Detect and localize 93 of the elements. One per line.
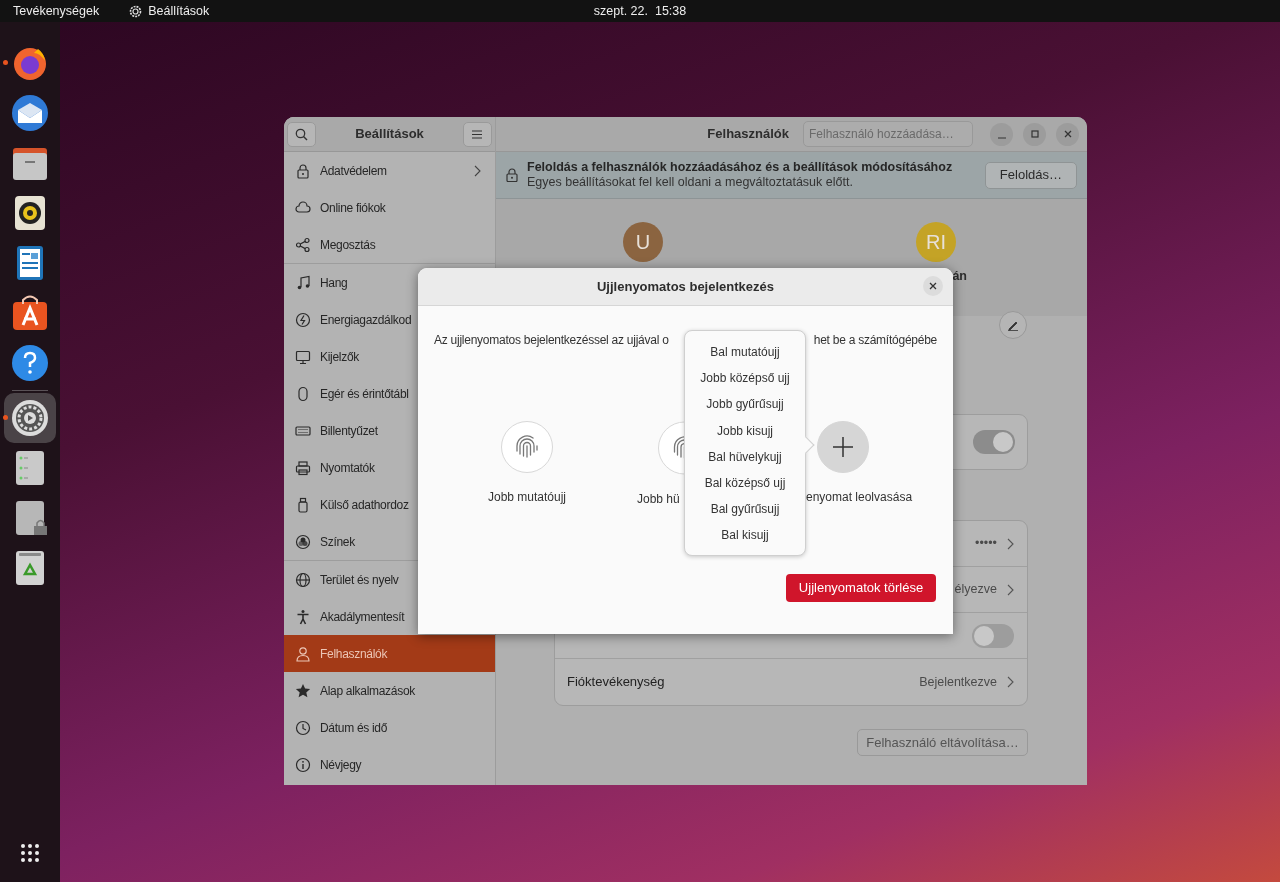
edit-avatar-button[interactable] [999, 311, 1027, 339]
sidebar-item[interactable]: Színek [284, 523, 495, 560]
sidebar-item[interactable]: Dátum és idő [284, 709, 495, 746]
star-icon [295, 682, 311, 699]
mouse-icon [295, 385, 311, 402]
globe-icon [295, 571, 311, 588]
toggle-switch[interactable] [973, 430, 1015, 454]
fingerprint-icon [513, 434, 541, 460]
sidebar-title: Beállítások [355, 125, 424, 144]
menu-item[interactable]: Jobb gyűrűsujj [685, 391, 805, 418]
row-value: Bejelentkezve [919, 673, 997, 691]
row-label: Fióktevékenység [567, 673, 665, 692]
plus-icon [833, 437, 853, 457]
close-icon [1062, 129, 1073, 139]
chevron-right-icon [474, 164, 481, 177]
chevron-right-icon [1007, 537, 1014, 550]
sidebar-item[interactable]: Nyomtatók [284, 449, 495, 486]
usb-drive-icon [295, 496, 311, 513]
running-indicator [3, 60, 8, 65]
search-button[interactable] [287, 121, 317, 147]
banner-subtitle: Egyes beállításokat fel kell oldani a megváltoztatásuk előtt. [527, 175, 854, 190]
pencil-icon [1007, 319, 1019, 331]
user-name: án [951, 268, 967, 285]
sidebar-item[interactable]: Akadálymentesít [284, 598, 495, 635]
printer-icon [295, 459, 311, 476]
sidebar-item[interactable]: Adatvédelem [284, 152, 495, 189]
menu-item[interactable]: Bal kisujj [685, 522, 805, 549]
close-button[interactable] [1056, 122, 1079, 146]
sidebar-item[interactable]: Egér és érintőtábl [284, 375, 495, 412]
toggle-switch[interactable] [972, 623, 1014, 648]
chevron-right-icon [1007, 676, 1014, 688]
user-avatar[interactable]: U [623, 222, 663, 262]
sidebar-item[interactable]: Online fiókok [284, 189, 495, 226]
menu-item[interactable]: Bal középső ujj [685, 469, 805, 497]
maximize-icon [1029, 129, 1040, 139]
power-icon [295, 311, 311, 328]
menu-item[interactable]: Bal gyűrűsujj [685, 496, 805, 523]
mail-client-icon[interactable] [10, 93, 50, 133]
description-text: Az ujjlenyomatos bejelentkezéssel az ujjával o [434, 332, 669, 349]
activities-button[interactable]: Tevékenységek [13, 1, 100, 21]
user-icon [295, 645, 311, 662]
sidebar-item[interactable]: Névjegy [284, 746, 495, 783]
sidebar-item[interactable]: Terület és nyelv [284, 561, 495, 598]
app-grid-icon[interactable] [20, 843, 40, 863]
banner-title: Feloldás a felhasználók hozzáadásához és a beállítások módosításához [527, 160, 953, 175]
fingerprint-label: enyomat leolvasása [806, 489, 913, 506]
delete-fingerprints-button[interactable]: Ujjlenyomatok törlése [786, 574, 936, 602]
remove-user-button[interactable]: Felhasználó eltávolítása… [857, 729, 1028, 756]
menu-icon [472, 129, 483, 139]
row-value: ••••• [975, 535, 997, 553]
fingerprint-label: Jobb hü [637, 491, 681, 508]
shopping-bag-icon[interactable] [10, 293, 50, 333]
settings-icon[interactable] [10, 398, 50, 438]
add-user-field[interactable]: Felhasználó hozzáadása… [803, 121, 973, 147]
sidebar-item[interactable]: Billentyűzet [284, 412, 495, 449]
sidebar-item[interactable]: Alap alkalmazások [284, 672, 495, 709]
info-icon [295, 756, 311, 773]
close-icon [929, 282, 937, 290]
menu-item[interactable]: Bal hüvelykujj [685, 443, 805, 470]
search-icon [295, 127, 309, 141]
sidebar-item[interactable]: Felhasználók [284, 635, 495, 672]
music-note-icon [295, 274, 311, 291]
lock-icon [295, 162, 311, 179]
app-menu-label[interactable]: Beállítások [148, 1, 210, 21]
help-icon[interactable] [10, 343, 50, 383]
fingerprint-label: Jobb mutatóujj [487, 489, 566, 506]
dialog-title: Ujjlenyomatos bejelentkezés [597, 277, 774, 296]
close-button[interactable] [923, 276, 943, 296]
menu-item[interactable]: Jobb kisujj [685, 417, 805, 444]
cloud-icon [295, 199, 311, 216]
add-fingerprint-button[interactable] [817, 421, 869, 473]
menu-item[interactable]: Bal mutatóujj [685, 339, 805, 366]
page-title: Felhasználók [707, 125, 789, 144]
chevron-right-icon [1007, 583, 1014, 596]
share-icon [295, 236, 311, 253]
running-indicator [3, 415, 8, 420]
lock-icon [506, 168, 518, 182]
maximize-button[interactable] [1023, 122, 1046, 146]
sidebar-item[interactable]: Megosztás [284, 226, 495, 263]
menu-item[interactable]: Jobb középső ujj [685, 365, 805, 392]
color-wheel-icon [295, 533, 311, 550]
gear-icon [129, 4, 143, 18]
fingerprint-button[interactable] [658, 421, 684, 475]
fingerprint-button[interactable] [501, 421, 553, 473]
monitor-icon [295, 348, 311, 365]
unlock-button[interactable]: Feloldás… [984, 161, 1077, 189]
minimize-icon [996, 137, 1007, 139]
description-text: het be a számítógépébe [813, 332, 937, 349]
sidebar-item[interactable]: Hang [284, 264, 495, 301]
accessibility-icon [295, 608, 311, 625]
row-value: élyezve [954, 581, 997, 599]
clock-icon [295, 719, 311, 736]
clock[interactable]: szept. 22. 15:38 [593, 1, 687, 21]
